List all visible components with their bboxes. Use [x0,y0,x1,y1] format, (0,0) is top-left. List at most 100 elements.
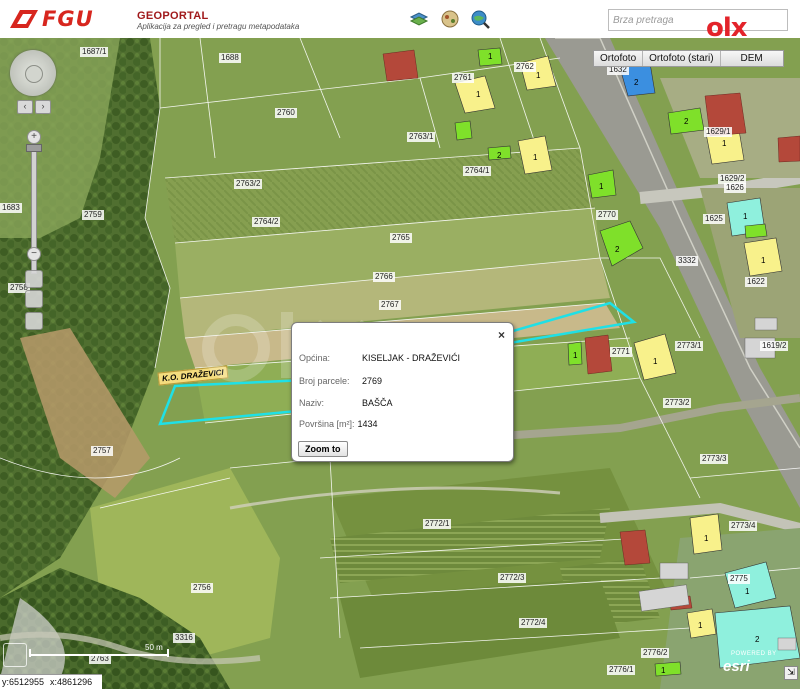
logo-text: FGU [42,7,94,31]
parcel-label: 2761 [452,73,474,83]
rotate-left-button[interactable]: ‹ [17,100,33,114]
parcel-label: 1626 [724,183,746,193]
zoom-slider-thumb[interactable] [26,144,42,152]
app-title: GEOPORTAL [137,10,209,22]
building-number: 1 [745,587,750,596]
close-icon[interactable]: × [498,328,505,342]
popup-value: KISELJAK - DRAŽEVIĆI [362,353,461,363]
parcel-label: 3316 [173,633,195,643]
building-number: 1 [653,357,658,366]
popup-row-name: Naziv: BAŠČA [299,398,393,408]
parcel-label: 2776/1 [607,665,636,675]
parcel-label: 2772/4 [519,618,548,628]
powered-by-text: POWERED BY [731,651,777,657]
parcel-label: 2762 [514,62,536,72]
popup-row-area: Površina [m²]: 1434 [299,419,378,429]
parcel-label: 2763/1 [407,132,436,142]
rotate-right-button[interactable]: › [35,100,51,114]
building-number: 1 [573,351,578,360]
popup-row-municipality: Općina: KISELJAK - DRAŽEVIĆI [299,353,460,363]
parcel-label: 2772/3 [498,573,527,583]
tab-ortofoto-stari[interactable]: Ortofoto (stari) [643,51,721,66]
parcel-info-popup: × Općina: KISELJAK - DRAŽEVIĆI Broj parce… [291,322,514,462]
zoom-out-button[interactable]: − [27,247,41,261]
parcel-label: 2775 [728,574,750,584]
building-number: 2 [497,151,502,160]
building-number: 1 [536,71,541,80]
building-number: 2 [755,635,760,644]
parcel-label: 2776/2 [641,648,670,658]
tab-dem[interactable]: DEM [720,51,783,66]
building-number: 1 [698,621,703,630]
popup-key: Općina: [299,353,331,363]
search-input[interactable] [609,10,712,31]
coord-y: y:6512955 [2,677,45,687]
building-number: 1 [722,139,727,148]
popup-key: Naziv: [299,398,325,408]
parcel-label: 2757 [91,446,113,456]
parcel-label: 1622 [745,277,767,287]
building-number: 1 [533,153,538,162]
parcel-label: 2770 [596,210,618,220]
building-number: 2 [684,117,689,126]
quick-search[interactable] [608,9,788,31]
basemap-icon[interactable] [440,9,460,29]
parcel-label: 1619/2 [760,341,789,351]
parcel-label: 2763/2 [234,179,263,189]
parcel-label: 2759 [82,210,104,220]
map-view[interactable]: 1687/1 1688 2761 2762 2760 2763/1 2763/2… [0,38,800,689]
building-number: 2 [634,78,639,87]
pan-center-icon[interactable] [25,65,43,83]
fgu-emblem-icon [10,10,38,28]
building-number: 1 [476,90,481,99]
pan-tool-icon[interactable] [25,270,43,288]
parcel-label: 2760 [275,108,297,118]
parcel-label: 1687/1 [80,47,109,57]
popup-key: Broj parcele: [299,376,350,386]
layers-icon[interactable] [409,9,429,29]
parcel-label: 2764/2 [252,217,281,227]
globe-search-icon[interactable] [470,9,490,29]
popup-value: BAŠČA [362,398,393,408]
scale-label: 50 m [145,643,163,652]
olx-corner-logo [3,643,27,667]
parcel-label: 1683 [0,203,22,213]
popup-value: 2769 [362,376,383,386]
parcel-label: 2764/1 [463,166,492,176]
building-number: 1 [488,52,493,61]
app-subtitle: Aplikacija za pregled i pretragu metapod… [137,22,300,31]
coordinate-readout: y:6512955 x:4861296 [0,674,102,689]
popup-row-parcel-number: Broj parcele: 2769 [299,376,382,386]
parcel-label: 1688 [219,53,241,63]
popup-key: Površina [m²]: [299,419,355,429]
identify-icon[interactable] [25,312,43,330]
basemap-switcher: Ortofoto Ortofoto (stari) DEM [593,50,784,67]
building-number: 1 [661,666,666,675]
parcel-label: 2773/1 [675,341,704,351]
esri-logo: esri [723,658,750,675]
parcel-label: 1625 [703,214,725,224]
building-number: 2 [615,245,620,254]
fgu-logo: FGU [8,8,130,30]
building-number: 1 [761,256,766,265]
zoom-in-button[interactable]: + [27,130,41,144]
parcel-label: 2773/2 [663,398,692,408]
parcel-label: 2756 [191,583,213,593]
coord-x: x:4861296 [50,677,93,687]
zoom-box-icon[interactable] [25,290,43,308]
parcel-label: 3332 [676,256,698,266]
tab-ortofoto[interactable]: Ortofoto [594,51,644,66]
pan-control[interactable] [10,50,56,96]
parcel-label: 2765 [390,233,412,243]
resize-corner-icon[interactable]: ⇲ [784,666,798,680]
parcel-label: 2766 [373,272,395,282]
building-number: 1 [599,182,604,191]
parcel-label: 2771 [610,347,632,357]
parcel-label: 2773/3 [700,454,729,464]
app-header: FGU GEOPORTAL Aplikacija za pregled i pr… [0,0,800,43]
parcel-label: 2772/1 [423,519,452,529]
parcel-label: 1629/1 [704,127,733,137]
zoom-to-button[interactable]: Zoom to [298,441,348,457]
popup-value: 1434 [357,419,378,429]
building-number: 1 [743,212,748,221]
